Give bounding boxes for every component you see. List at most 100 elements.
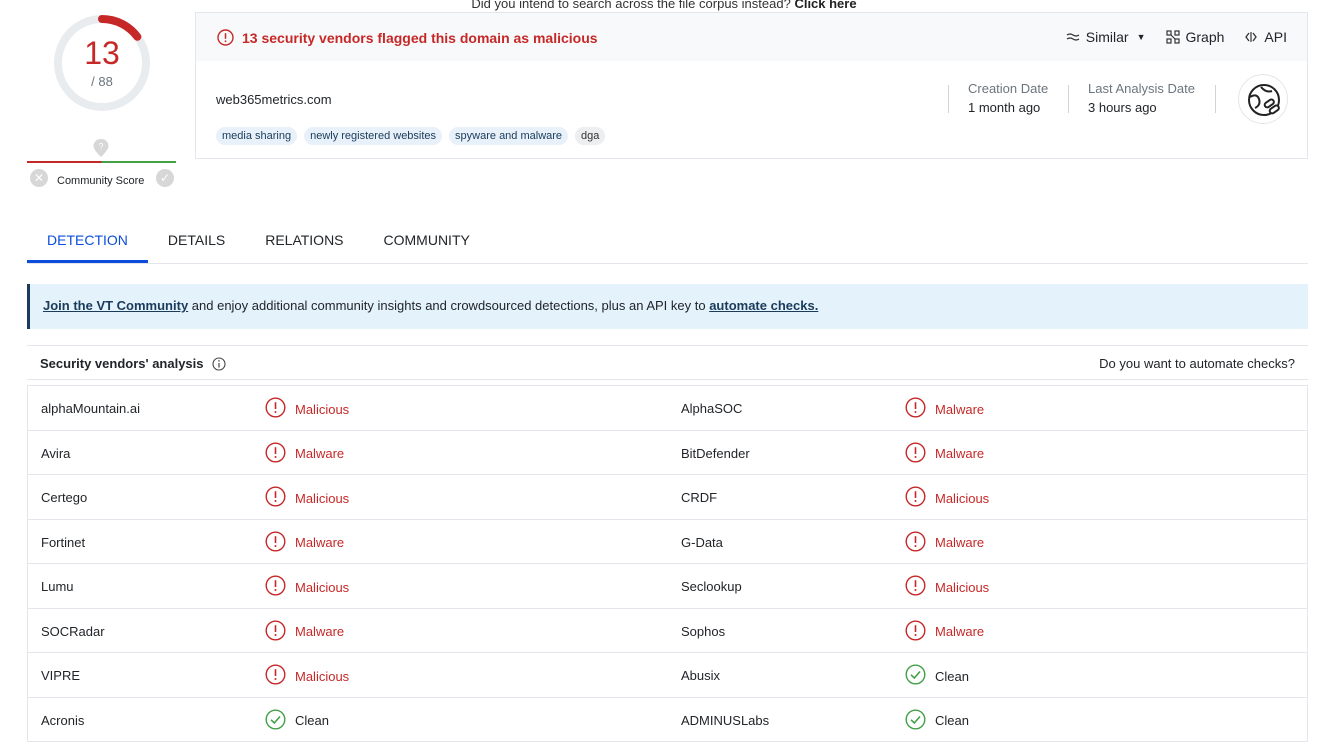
vendor-name: Abusix [681, 668, 721, 683]
vendor-name: CRDF [681, 490, 718, 505]
vote-harmful-icon[interactable]: ✕ [30, 169, 48, 187]
banner-text: and enjoy additional community insights … [188, 298, 710, 313]
vendor-verdict: Clean [935, 668, 969, 684]
alert-circle-icon [265, 486, 286, 510]
detection-count: 13 [84, 35, 120, 71]
alert-circle-icon [265, 664, 286, 688]
vendor-verdict: Malware [295, 535, 345, 550]
summary-card: 13 security vendors flagged this domain … [195, 12, 1308, 159]
vendor-result: Clean [905, 708, 969, 733]
table-row: Lumu Malicious Seclookup Malicious [28, 564, 1307, 609]
vendor-verdict: Malware [935, 535, 985, 550]
table-row: Fortinet Malware G-Data Malware [28, 520, 1307, 564]
api-icon [1245, 32, 1258, 42]
alert-circle-icon [905, 486, 926, 510]
alert-circle-icon [265, 397, 286, 421]
similar-label: Similar [1085, 29, 1129, 45]
check-circle-icon [905, 664, 926, 688]
chevron-down-icon: ▼ [1136, 32, 1146, 42]
corpus-hint-text: Did you intend to search across the file… [471, 0, 791, 11]
vendor-verdict: Malware [935, 446, 985, 461]
vendor-name: Lumu [41, 579, 74, 594]
vendor-verdict: Malware [935, 624, 985, 639]
api-button[interactable]: API [1244, 29, 1287, 45]
vendor-result: Malware [905, 441, 985, 466]
vendor-verdict: Malicious [295, 579, 350, 595]
vendor-name: Acronis [41, 712, 85, 728]
vendor-name: Certego [41, 490, 88, 505]
tag[interactable]: media sharing [216, 127, 298, 145]
table-row: alphaMountain.ai Malicious AlphaSOC Malware [28, 386, 1307, 431]
vendor-name: Seclookup [681, 579, 742, 594]
community-score-pin-icon: ? [93, 139, 109, 157]
vendor-verdict: Malware [935, 401, 985, 417]
tab-details[interactable]: DETAILS [148, 222, 245, 263]
vendor-name: alphaMountain.ai [41, 401, 141, 416]
tab-relations[interactable]: RELATIONS [245, 222, 363, 263]
graph-button[interactable]: Graph [1165, 29, 1224, 45]
vendor-result: Malware [905, 397, 984, 421]
vendor-verdict: Clean [295, 713, 329, 728]
tag[interactable]: newly registered websites [304, 127, 443, 145]
check-circle-icon [905, 708, 926, 733]
svg-text:?: ? [98, 142, 103, 152]
vendor-name: Avira [41, 445, 71, 461]
vendor-name: VIPRE [41, 668, 81, 683]
alert-circle-icon [905, 575, 926, 599]
vendor-name: G-Data [681, 534, 723, 550]
vendor-result: Malware [905, 619, 985, 644]
vendor-verdict: Malicious [295, 401, 350, 417]
similar-icon [1066, 33, 1080, 41]
creation-date: Creation Date 1 month ago [968, 81, 1048, 115]
vendors-analysis-header: Security vendors' analysis Do you want t… [27, 345, 1308, 380]
table-row: VIPRE Malicious Abusix Clean [28, 653, 1307, 698]
divider [1068, 85, 1069, 113]
tab-detection[interactable]: DETECTION [27, 222, 148, 263]
vendor-result: Malicious [265, 397, 349, 421]
divider [948, 85, 949, 113]
vendor-name: BitDefender [681, 445, 750, 461]
report-tabs: DETECTION DETAILS RELATIONS COMMUNITY [27, 222, 1308, 264]
community-score-label: Community Score [57, 175, 145, 187]
vendor-result: Malicious [265, 486, 349, 510]
last-analysis-value: 3 hours ago [1088, 100, 1157, 115]
check-circle-icon [265, 708, 286, 733]
alert-circle-icon [265, 619, 286, 644]
table-row: Avira Malware BitDefender Malware [28, 431, 1307, 475]
vote-harmless-icon[interactable]: ✓ [156, 169, 174, 187]
info-icon[interactable] [211, 356, 226, 371]
alert-circle-icon [905, 441, 926, 466]
vendor-result: Clean [265, 708, 329, 733]
divider [1215, 85, 1216, 113]
alert-circle-icon [905, 619, 926, 644]
vendor-name: SOCRadar [41, 623, 105, 639]
alert-circle-icon [217, 29, 234, 46]
tag[interactable]: spyware and malware [449, 127, 569, 145]
domain-type-icon [1238, 74, 1288, 124]
last-analysis-date: Last Analysis Date 3 hours ago [1088, 81, 1195, 115]
tag[interactable]: dga [575, 127, 606, 145]
automate-checks-prompt[interactable]: Do you want to automate checks? [1099, 356, 1295, 371]
vendor-result: Malware [265, 619, 344, 644]
vendor-result: Clean [905, 664, 969, 688]
detection-score-gauge: 13 / 88 [40, 8, 164, 132]
table-row: Acronis Clean ADMINUSLabs Clean [28, 698, 1307, 742]
tab-community[interactable]: COMMUNITY [364, 222, 490, 263]
vendors-table: alphaMountain.ai Malicious AlphaSOC Malware… [27, 385, 1308, 742]
web-link-icon [1248, 84, 1280, 116]
vendor-result: Malicious [265, 575, 349, 599]
alert-circle-icon [905, 397, 926, 421]
vendor-name: Sophos [681, 623, 726, 639]
alert-circle-icon [265, 575, 286, 599]
vendor-name: AlphaSOC [681, 401, 743, 416]
similar-button[interactable]: Similar ▼ [1066, 29, 1146, 45]
join-community-link[interactable]: Join the VT Community [43, 298, 188, 313]
vendors-analysis-title-text: Security vendors' analysis [40, 356, 204, 371]
vendor-verdict: Malicious [295, 490, 350, 506]
community-banner: Join the VT Community and enjoy addition… [27, 284, 1308, 329]
graph-icon [1165, 30, 1180, 44]
vendor-name: ADMINUSLabs [681, 712, 770, 728]
vendor-verdict: Malicious [935, 490, 990, 506]
corpus-hint-link[interactable]: Click here [794, 0, 856, 11]
automate-checks-link[interactable]: automate checks. [709, 298, 818, 313]
